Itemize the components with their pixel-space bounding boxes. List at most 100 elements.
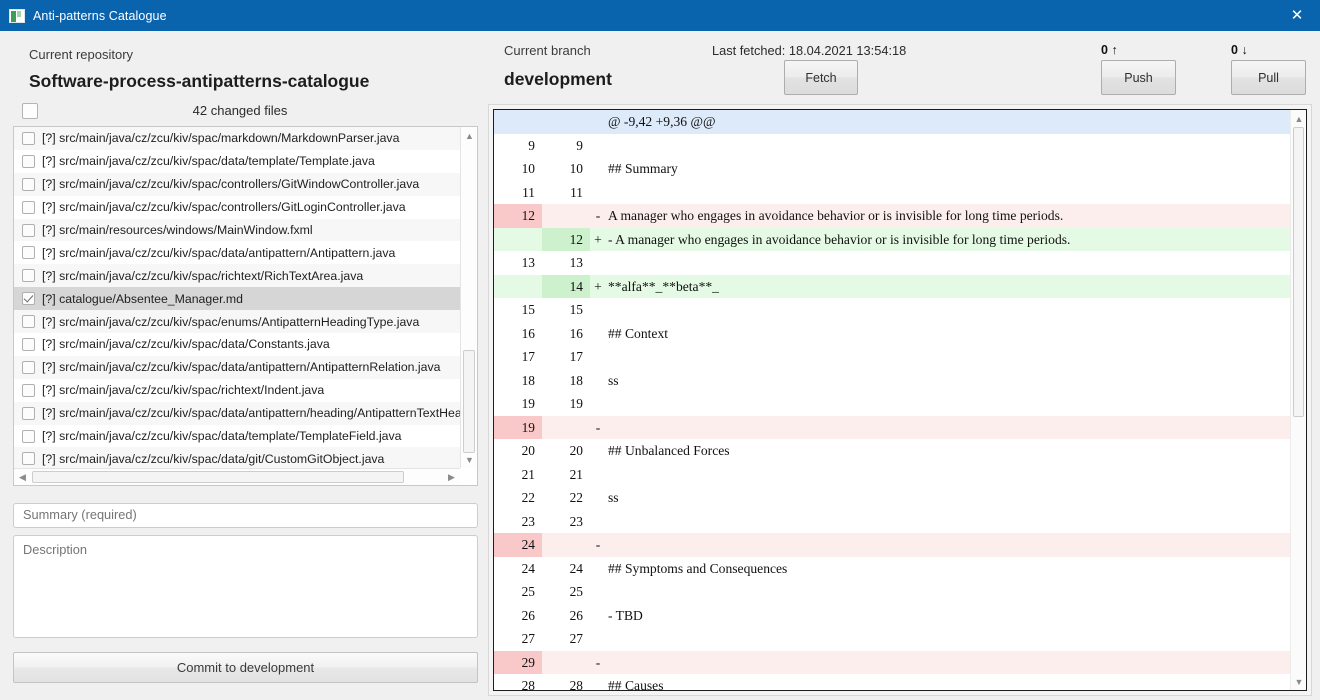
diff-row-ctx: 28 28 ## Causes	[494, 674, 1290, 690]
diff-old-line-number: 21	[521, 466, 535, 482]
file-path-label: [?] src/main/java/cz/zcu/kiv/spac/contro…	[42, 200, 406, 215]
file-rows-container: [?] src/main/java/cz/zcu/kiv/spac/markdo…	[14, 127, 460, 468]
file-list-item[interactable]: [?] src/main/java/cz/zcu/kiv/spac/data/t…	[14, 150, 460, 173]
application-window: Anti-patterns Catalogue ✕ Current reposi…	[0, 0, 1320, 700]
file-list-item[interactable]: [?] src/main/java/cz/zcu/kiv/spac/markdo…	[14, 127, 460, 150]
diff-old-line-number: 20	[521, 443, 535, 458]
file-list-item[interactable]: [?] src/main/java/cz/zcu/kiv/spac/richte…	[14, 264, 460, 288]
commit-button[interactable]: Commit to development	[13, 652, 478, 683]
diff-line-text: ## Causes	[608, 678, 664, 690]
window-title: Anti-patterns Catalogue	[33, 8, 167, 23]
file-path-label: [?] src/main/java/cz/zcu/kiv/spac/richte…	[42, 383, 325, 398]
scroll-left-icon[interactable]: ◀	[14, 469, 31, 486]
file-list-horizontal-scrollbar[interactable]: ◀ ▶	[14, 468, 460, 485]
file-checkbox[interactable]	[22, 292, 35, 306]
file-list-vertical-scrollbar[interactable]: ▲ ▼	[460, 127, 477, 468]
diff-sign: -	[595, 419, 601, 435]
changed-files-list: [?] src/main/java/cz/zcu/kiv/spac/markdo…	[13, 126, 478, 486]
title-bar: Anti-patterns Catalogue ✕	[0, 0, 1320, 31]
file-checkbox[interactable]	[22, 337, 35, 351]
diff-row-ctx: 20 20 ## Unbalanced Forces	[494, 439, 1290, 463]
diff-line-text: @ -9,42 +9,36 @@	[608, 114, 716, 129]
file-list-item[interactable]: [?] src/main/java/cz/zcu/kiv/spac/data/C…	[14, 333, 460, 356]
diff-new-line-number: 19	[569, 396, 583, 411]
diff-vscroll-thumb[interactable]	[1293, 127, 1304, 417]
file-path-label: [?] src/main/java/cz/zcu/kiv/spac/enums/…	[42, 314, 420, 329]
diff-sign: -	[595, 208, 601, 223]
file-list-item[interactable]: [?] src/main/java/cz/zcu/kiv/spac/data/a…	[14, 401, 460, 425]
diff-viewer: @ -9,42 +9,36 @@ 9 9 10 10 ## Summary 11 11 12- A…	[493, 109, 1307, 691]
file-path-label: [?] src/main/java/cz/zcu/kiv/spac/data/t…	[42, 154, 375, 169]
description-input[interactable]	[13, 535, 478, 638]
file-list-hscroll-thumb[interactable]	[32, 471, 404, 483]
file-checkbox[interactable]	[22, 177, 35, 191]
file-list-item[interactable]: [?] catalogue/Absentee_Manager.md	[14, 287, 460, 311]
diff-row-ctx: 15 15	[494, 298, 1290, 322]
diff-row-ctx: 99	[494, 134, 1290, 158]
file-path-label: [?] src/main/java/cz/zcu/kiv/spac/data/a…	[42, 245, 396, 260]
file-checkbox[interactable]	[22, 223, 35, 237]
diff-new-line-number: 20	[569, 443, 583, 458]
pull-count-value: 0	[1231, 43, 1238, 57]
scroll-right-icon[interactable]: ▶	[443, 469, 460, 486]
diff-row-ctx: 23 23	[494, 510, 1290, 534]
file-path-label: [?] src/main/java/cz/zcu/kiv/spac/data/a…	[42, 360, 441, 375]
file-checkbox[interactable]	[22, 200, 35, 214]
diff-row-ctx: 11 11	[494, 181, 1290, 205]
file-checkbox[interactable]	[22, 269, 35, 283]
branch-name[interactable]: development	[504, 69, 612, 90]
file-list-item[interactable]: [?] src/main/java/cz/zcu/kiv/spac/data/a…	[14, 355, 460, 379]
diff-row-ctx: 17 17	[494, 345, 1290, 369]
diff-old-line-number: 18	[521, 372, 535, 388]
close-icon[interactable]: ✕	[1274, 0, 1320, 31]
file-list-item[interactable]: [?] src/main/java/cz/zcu/kiv/spac/data/a…	[14, 241, 460, 264]
file-checkbox[interactable]	[22, 246, 35, 260]
scroll-up-icon[interactable]: ▲	[461, 127, 478, 144]
file-checkbox[interactable]	[22, 429, 35, 443]
summary-input[interactable]	[13, 503, 478, 528]
file-list-item[interactable]: [?] src/main/java/cz/zcu/kiv/spac/contro…	[14, 172, 460, 196]
diff-row-ctx: 25 25	[494, 580, 1290, 604]
file-list-item[interactable]: [?] src/main/java/cz/zcu/kiv/spac/contro…	[14, 196, 460, 219]
file-checkbox[interactable]	[22, 406, 35, 420]
diff-new-line-number: 24	[569, 560, 583, 576]
pull-count: 0 ↓	[1231, 43, 1248, 57]
diff-old-line-number: 29	[494, 650, 542, 674]
scroll-down-icon[interactable]: ▼	[461, 451, 478, 468]
file-list-item[interactable]: [?] src/main/java/cz/zcu/kiv/spac/richte…	[14, 379, 460, 402]
diff-scroll-down-icon[interactable]: ▼	[1291, 673, 1306, 690]
push-button[interactable]: Push	[1101, 60, 1176, 95]
diff-scroll-up-icon[interactable]: ▲	[1291, 110, 1306, 127]
diff-vertical-scrollbar[interactable]: ▲ ▼	[1290, 110, 1306, 690]
diff-old-line-number: 9	[528, 137, 535, 153]
file-list-item[interactable]: [?] src/main/resources/windows/MainWindo…	[14, 218, 460, 242]
diff-line-text: A manager who engages in avoidance behav…	[608, 208, 1064, 223]
file-list-item[interactable]: [?] src/main/java/cz/zcu/kiv/spac/data/t…	[14, 425, 460, 448]
diff-old-line-number: 19	[521, 396, 535, 411]
file-checkbox[interactable]	[22, 452, 35, 466]
file-path-label: [?] src/main/java/cz/zcu/kiv/spac/markdo…	[42, 131, 400, 146]
diff-old-line-number: 24	[521, 560, 535, 576]
diff-new-line-number: 10	[569, 161, 583, 176]
diff-old-line-number: 19	[494, 415, 542, 439]
push-count-value: 0	[1101, 43, 1108, 57]
file-checkbox[interactable]	[22, 154, 35, 168]
fetch-button[interactable]: Fetch	[784, 60, 858, 95]
diff-row-add: 14 + **alfa**_**beta**_	[494, 274, 1290, 298]
file-checkbox[interactable]	[22, 315, 35, 329]
diff-row-ctx: 27 27	[494, 627, 1290, 651]
file-checkbox[interactable]	[22, 131, 35, 145]
diff-old-line-number: 16	[521, 325, 535, 341]
diff-line-text: ## Summary	[608, 161, 678, 176]
file-path-label: [?] src/main/java/cz/zcu/kiv/spac/data/a…	[42, 406, 460, 421]
file-list-item[interactable]: [?] src/main/java/cz/zcu/kiv/spac/data/g…	[14, 447, 460, 468]
diff-sign: -	[595, 654, 601, 670]
file-checkbox[interactable]	[22, 360, 35, 374]
file-list-item[interactable]: [?] src/main/java/cz/zcu/kiv/spac/enums/…	[14, 310, 460, 334]
file-list-vscroll-thumb[interactable]	[463, 350, 475, 453]
diff-new-line-number: 25	[569, 584, 583, 599]
file-checkbox[interactable]	[22, 383, 35, 397]
pull-button[interactable]: Pull	[1231, 60, 1306, 95]
repository-name[interactable]: Software-process-antipatterns-catalogue	[29, 71, 369, 92]
diff-old-line-number: 26	[521, 607, 535, 623]
